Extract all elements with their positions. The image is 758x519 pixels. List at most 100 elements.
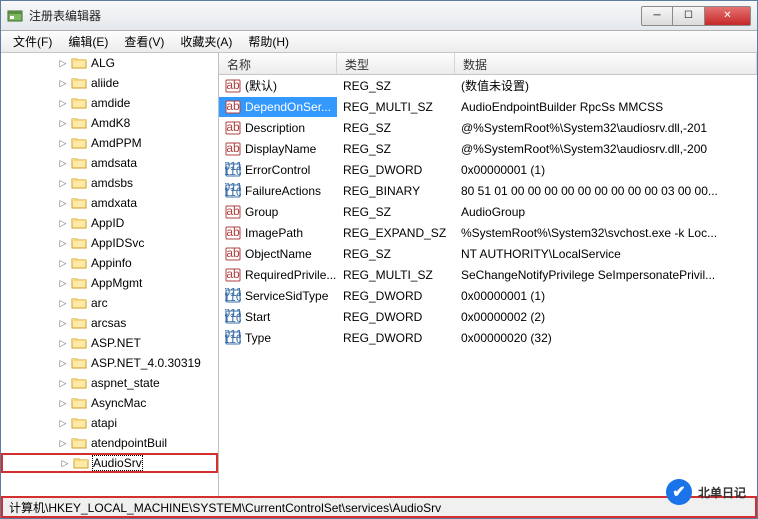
cell-type: REG_DWORD <box>337 329 455 347</box>
tree-label: aspnet_state <box>91 376 160 390</box>
list-row[interactable]: 011110TypeREG_DWORD0x00000020 (32) <box>219 327 757 348</box>
expander-icon[interactable]: ▷ <box>57 257 69 269</box>
tree-node[interactable]: ▷ AsyncMac <box>1 393 218 413</box>
expander-icon[interactable]: ▷ <box>57 117 69 129</box>
expander-icon[interactable]: ▷ <box>57 177 69 189</box>
tree-label: AppMgmt <box>91 276 142 290</box>
list-row[interactable]: abGroupREG_SZAudioGroup <box>219 201 757 222</box>
list-row[interactable]: 011110StartREG_DWORD0x00000002 (2) <box>219 306 757 327</box>
menu-view[interactable]: 查看(V) <box>116 31 172 52</box>
tree-node[interactable]: ▷ arcsas <box>1 313 218 333</box>
value-type-icon: ab <box>225 120 241 136</box>
cell-data: AudioGroup <box>455 203 757 221</box>
maximize-button[interactable]: ☐ <box>673 6 705 26</box>
menu-favorites[interactable]: 收藏夹(A) <box>172 31 240 52</box>
expander-icon[interactable]: ▷ <box>57 297 69 309</box>
header-name[interactable]: 名称 <box>219 53 337 74</box>
list-row[interactable]: abRequiredPrivile...REG_MULTI_SZSeChange… <box>219 264 757 285</box>
expander-icon[interactable]: ▷ <box>57 77 69 89</box>
tree-node[interactable]: ▷AppID <box>1 213 218 233</box>
value-type-icon: 011110 <box>225 162 241 178</box>
list-row[interactable]: abImagePathREG_EXPAND_SZ%SystemRoot%\Sys… <box>219 222 757 243</box>
tree-node[interactable]: ▷ amdsbs <box>1 173 218 193</box>
menu-edit[interactable]: 编辑(E) <box>60 31 116 52</box>
cell-name: abDisplayName <box>219 139 337 159</box>
menu-file[interactable]: 文件(F) <box>5 31 60 52</box>
tree-node[interactable]: ▷ALG <box>1 53 218 73</box>
tree-label: amdide <box>91 96 130 110</box>
folder-icon <box>71 216 87 230</box>
header-type[interactable]: 类型 <box>337 53 455 74</box>
list-body[interactable]: ab(默认)REG_SZ(数值未设置)abDependOnSer...REG_M… <box>219 75 757 496</box>
expander-icon[interactable]: ▷ <box>57 357 69 369</box>
folder-icon <box>71 296 87 310</box>
expander-icon[interactable]: ▷ <box>57 417 69 429</box>
cell-name: abImagePath <box>219 223 337 243</box>
tree-node[interactable]: ▷AppIDSvc <box>1 233 218 253</box>
tree-label: AsyncMac <box>91 396 146 410</box>
svg-text:ab: ab <box>226 204 240 218</box>
folder-icon <box>71 56 87 70</box>
tree-node[interactable]: ▷AudioSrv <box>1 453 218 473</box>
close-button[interactable]: ✕ <box>705 6 751 26</box>
header-data[interactable]: 数据 <box>455 53 757 74</box>
expander-icon[interactable]: ▷ <box>57 217 69 229</box>
list-row[interactable]: abDependOnSer...REG_MULTI_SZAudioEndpoin… <box>219 96 757 117</box>
svg-text:ab: ab <box>226 141 240 155</box>
list-row[interactable]: 011110ServiceSidTypeREG_DWORD0x00000001 … <box>219 285 757 306</box>
expander-icon[interactable]: ▷ <box>59 457 71 469</box>
cell-type: REG_DWORD <box>337 308 455 326</box>
list-row[interactable]: abObjectNameREG_SZNT AUTHORITY\LocalServ… <box>219 243 757 264</box>
list-row[interactable]: abDisplayNameREG_SZ@%SystemRoot%\System3… <box>219 138 757 159</box>
expander-icon[interactable]: ▷ <box>57 377 69 389</box>
cell-data: 0x00000002 (2) <box>455 308 757 326</box>
list-row[interactable]: 011110FailureActionsREG_BINARY80 51 01 0… <box>219 180 757 201</box>
tree-label: arcsas <box>91 316 126 330</box>
cell-data: 80 51 01 00 00 00 00 00 00 00 00 00 03 0… <box>455 182 757 200</box>
list-row[interactable]: 011110ErrorControlREG_DWORD0x00000001 (1… <box>219 159 757 180</box>
window-controls: ─ ☐ ✕ <box>641 6 751 26</box>
tree-node[interactable]: ▷amdxata <box>1 193 218 213</box>
tree-node[interactable]: ▷ AppMgmt <box>1 273 218 293</box>
list-row[interactable]: abDescriptionREG_SZ@%SystemRoot%\System3… <box>219 117 757 138</box>
value-type-icon: ab <box>225 204 241 220</box>
expander-icon[interactable]: ▷ <box>57 137 69 149</box>
app-icon <box>7 8 23 24</box>
expander-icon[interactable]: ▷ <box>57 197 69 209</box>
tree-label: arc <box>91 296 108 310</box>
tree-node[interactable]: ▷ aliide <box>1 73 218 93</box>
expander-icon[interactable]: ▷ <box>57 157 69 169</box>
menu-help[interactable]: 帮助(H) <box>240 31 297 52</box>
titlebar[interactable]: 注册表编辑器 ─ ☐ ✕ <box>1 1 757 31</box>
tree-node[interactable]: ▷AmdK8 <box>1 113 218 133</box>
tree-node[interactable]: ▷AmdPPM <box>1 133 218 153</box>
tree-node[interactable]: ▷Appinfo <box>1 253 218 273</box>
value-type-icon: 011110 <box>225 330 241 346</box>
tree-node[interactable]: ▷ arc <box>1 293 218 313</box>
expander-icon[interactable]: ▷ <box>57 437 69 449</box>
list-row[interactable]: ab(默认)REG_SZ(数值未设置) <box>219 75 757 96</box>
tree-node[interactable]: ▷ASP.NET_4.0.30319 <box>1 353 218 373</box>
expander-icon[interactable]: ▷ <box>57 57 69 69</box>
expander-icon[interactable]: ▷ <box>57 237 69 249</box>
expander-icon[interactable]: ▷ <box>57 277 69 289</box>
value-type-icon: ab <box>225 78 241 94</box>
tree-node[interactable]: ▷atapi <box>1 413 218 433</box>
cell-type: REG_SZ <box>337 203 455 221</box>
tree-label: atendpointBuil <box>91 436 167 450</box>
cell-data: 0x00000001 (1) <box>455 161 757 179</box>
expander-icon[interactable]: ▷ <box>57 97 69 109</box>
expander-icon[interactable]: ▷ <box>57 337 69 349</box>
tree-label: amdsbs <box>91 176 133 190</box>
expander-icon[interactable]: ▷ <box>57 317 69 329</box>
tree-node[interactable]: ▷amdsata <box>1 153 218 173</box>
cell-data: AudioEndpointBuilder RpcSs MMCSS <box>455 98 757 116</box>
tree-node[interactable]: ▷ aspnet_state <box>1 373 218 393</box>
tree-node[interactable]: ▷ amdide <box>1 93 218 113</box>
expander-icon[interactable]: ▷ <box>57 397 69 409</box>
tree-node[interactable]: ▷ASP.NET <box>1 333 218 353</box>
tree-node[interactable]: ▷ atendpointBuil <box>1 433 218 453</box>
tree-scroll[interactable]: ▷ALG▷aliide▷amdide▷AmdK8▷AmdPPM▷amdsata▷… <box>1 53 218 496</box>
minimize-button[interactable]: ─ <box>641 6 673 26</box>
tree-label: aliide <box>91 76 119 90</box>
